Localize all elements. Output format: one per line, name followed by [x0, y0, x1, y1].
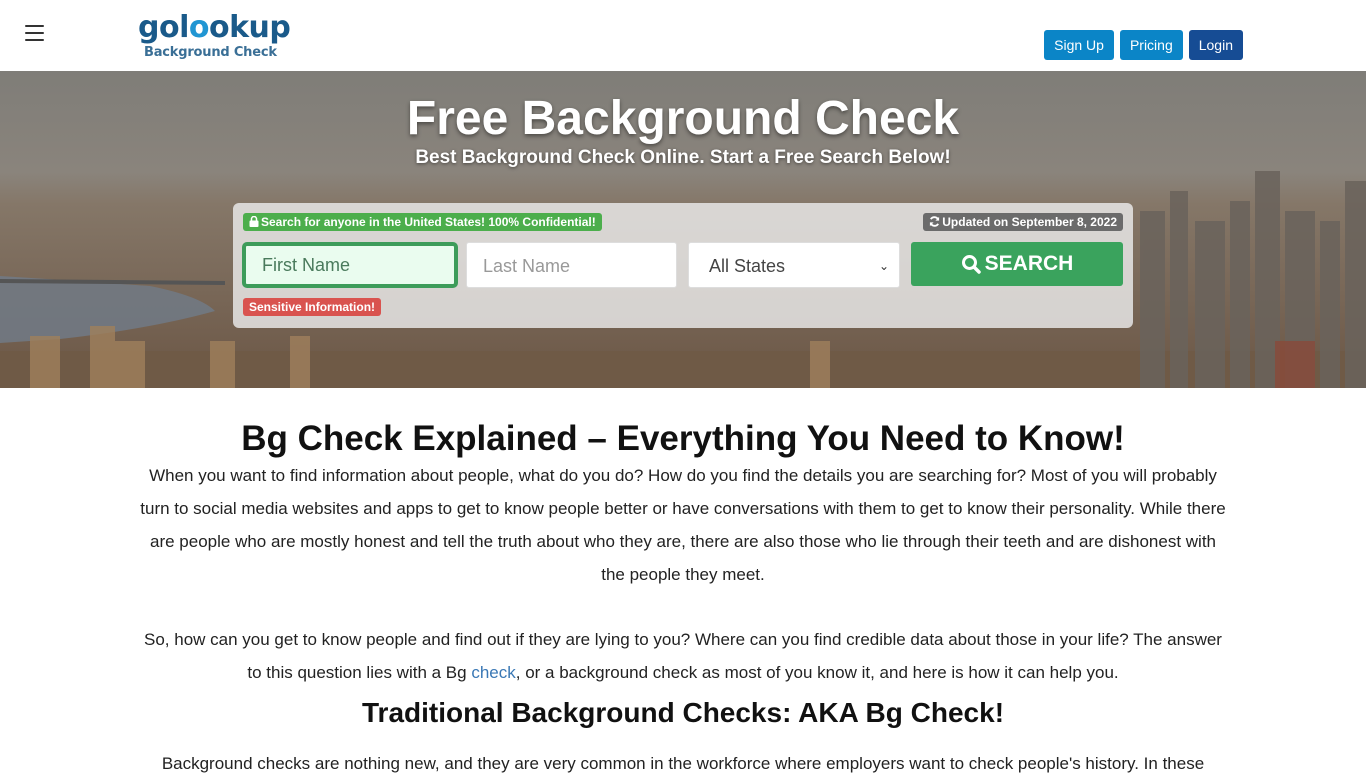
search-icon [961, 255, 981, 274]
logo-subtitle: Background Check [144, 45, 277, 60]
sign-up-button[interactable]: Sign Up [1044, 30, 1114, 60]
sensitive-info-warning: Sensitive Information! [243, 298, 382, 316]
hero-title: Free Background Check [406, 92, 960, 145]
search-button[interactable]: SEARCH [911, 242, 1123, 286]
updated-badge: Updated on September 8, 2022 [923, 213, 1123, 231]
refresh-icon [930, 216, 940, 227]
check-link[interactable]: check [471, 663, 515, 682]
article-content: Bg Check Explained – Everything You Need… [140, 410, 1226, 780]
article-subheading: Traditional Background Checks: AKA Bg Ch… [361, 697, 1005, 728]
header-nav: Sign Up Pricing Login [1044, 30, 1243, 60]
logo-wordmark: golookup [138, 10, 291, 45]
article-heading: Bg Check Explained – Everything You Need… [241, 419, 1125, 458]
article-paragraph-1: When you want to find information about … [140, 466, 1226, 584]
article-paragraph-3: Background checks are nothing new, and t… [161, 754, 1205, 773]
confidential-badge: Search for anyone in the United States! … [243, 213, 602, 231]
login-button[interactable]: Login [1188, 30, 1243, 60]
first-name-input[interactable]: First Name [242, 242, 458, 288]
article-paragraph-2: So, how can you get to know people and f… [144, 630, 1222, 682]
pricing-button[interactable]: Pricing [1119, 30, 1183, 60]
hero-banner: Free Background Check Best Background Ch… [0, 71, 1366, 388]
lock-icon [249, 215, 259, 227]
hamburger-icon[interactable] [25, 25, 44, 41]
search-form: Search for anyone in the United States! … [233, 203, 1133, 328]
site-header: golookup Background Check Sign Up Pricin… [0, 0, 1366, 71]
hero-subtitle: Best Background Check Online. Start a Fr… [415, 147, 951, 168]
golookup-logo[interactable]: golookup Background Check [138, 10, 291, 62]
last-name-input[interactable]: Last Name [466, 242, 677, 288]
state-select-value: All States [709, 256, 786, 276]
chevron-down-icon: ⌄ [878, 259, 889, 273]
state-select[interactable]: All States ⌄ [688, 242, 900, 288]
